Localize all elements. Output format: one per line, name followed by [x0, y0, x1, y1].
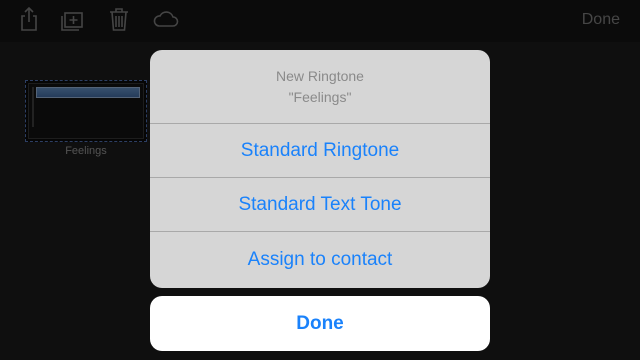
action-sheet-done-button[interactable]: Done	[150, 296, 490, 351]
standard-text-tone-option[interactable]: Standard Text Tone	[150, 178, 490, 232]
action-sheet-subtitle: "Feelings"	[288, 88, 352, 105]
action-sheet-title: New Ringtone	[276, 67, 364, 84]
action-sheet-header: New Ringtone "Feelings"	[150, 50, 490, 124]
standard-ringtone-option[interactable]: Standard Ringtone	[150, 124, 490, 178]
action-sheet: New Ringtone "Feelings" Standard Rington…	[150, 50, 490, 288]
assign-to-contact-option[interactable]: Assign to contact	[150, 232, 490, 288]
